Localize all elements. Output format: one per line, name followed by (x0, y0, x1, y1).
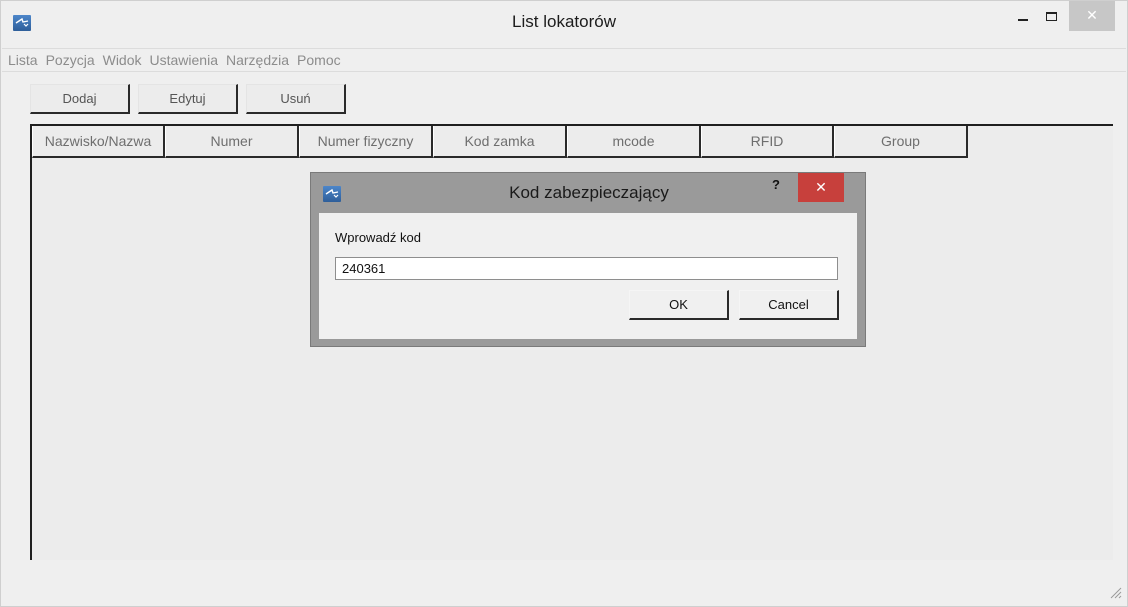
column-header-numer-fizyczny[interactable]: Numer fizyczny (299, 126, 433, 158)
menu-pomoc[interactable]: Pomoc (297, 52, 341, 68)
ok-button[interactable]: OK (629, 290, 729, 320)
window-title: List lokatorów (512, 12, 616, 31)
help-icon[interactable]: ? (766, 177, 786, 197)
menu-bar: Lista Pozycja Widok Ustawienia Narzędzia… (2, 48, 1126, 72)
column-header-numer[interactable]: Numer (165, 126, 299, 158)
menu-lista[interactable]: Lista (8, 52, 38, 68)
menu-narzedzia[interactable]: Narzędzia (226, 52, 289, 68)
menu-pozycja[interactable]: Pozycja (46, 52, 95, 68)
delete-button[interactable]: Usuń (246, 84, 346, 114)
cancel-button[interactable]: Cancel (739, 290, 839, 320)
close-icon: ✕ (1086, 8, 1098, 24)
maximize-button[interactable] (1037, 1, 1065, 31)
table-header: Nazwisko/Nazwa Numer Numer fizyczny Kod … (32, 126, 968, 159)
column-header-nazwisko[interactable]: Nazwisko/Nazwa (32, 126, 165, 158)
menu-ustawienia[interactable]: Ustawienia (150, 52, 218, 68)
edit-button[interactable]: Edytuj (138, 84, 238, 114)
title-bar[interactable]: List lokatorów ✕ (1, 1, 1127, 45)
add-button[interactable]: Dodaj (30, 84, 130, 114)
minimize-icon (1018, 19, 1028, 21)
resize-grip-icon[interactable] (1108, 585, 1122, 599)
close-icon: ✕ (815, 179, 827, 196)
menu-widok[interactable]: Widok (103, 52, 142, 68)
maximize-icon (1045, 11, 1057, 21)
dialog-close-button[interactable]: ✕ (798, 173, 844, 202)
column-header-group[interactable]: Group (834, 126, 968, 158)
dialog-body: Wprowadź kod OK Cancel (319, 213, 857, 339)
security-code-dialog: Kod zabezpieczający ? ✕ Wprowadź kod OK … (310, 172, 866, 347)
minimize-button[interactable] (1009, 1, 1037, 31)
code-input[interactable] (335, 257, 838, 280)
column-header-mcode[interactable]: mcode (567, 126, 701, 158)
column-header-rfid[interactable]: RFID (701, 126, 834, 158)
main-window: List lokatorów ✕ Lista Pozycja Widok Ust… (0, 0, 1128, 607)
code-prompt-label: Wprowadź kod (335, 230, 421, 245)
column-header-kod-zamka[interactable]: Kod zamka (433, 126, 567, 158)
window-close-button[interactable]: ✕ (1069, 1, 1115, 31)
